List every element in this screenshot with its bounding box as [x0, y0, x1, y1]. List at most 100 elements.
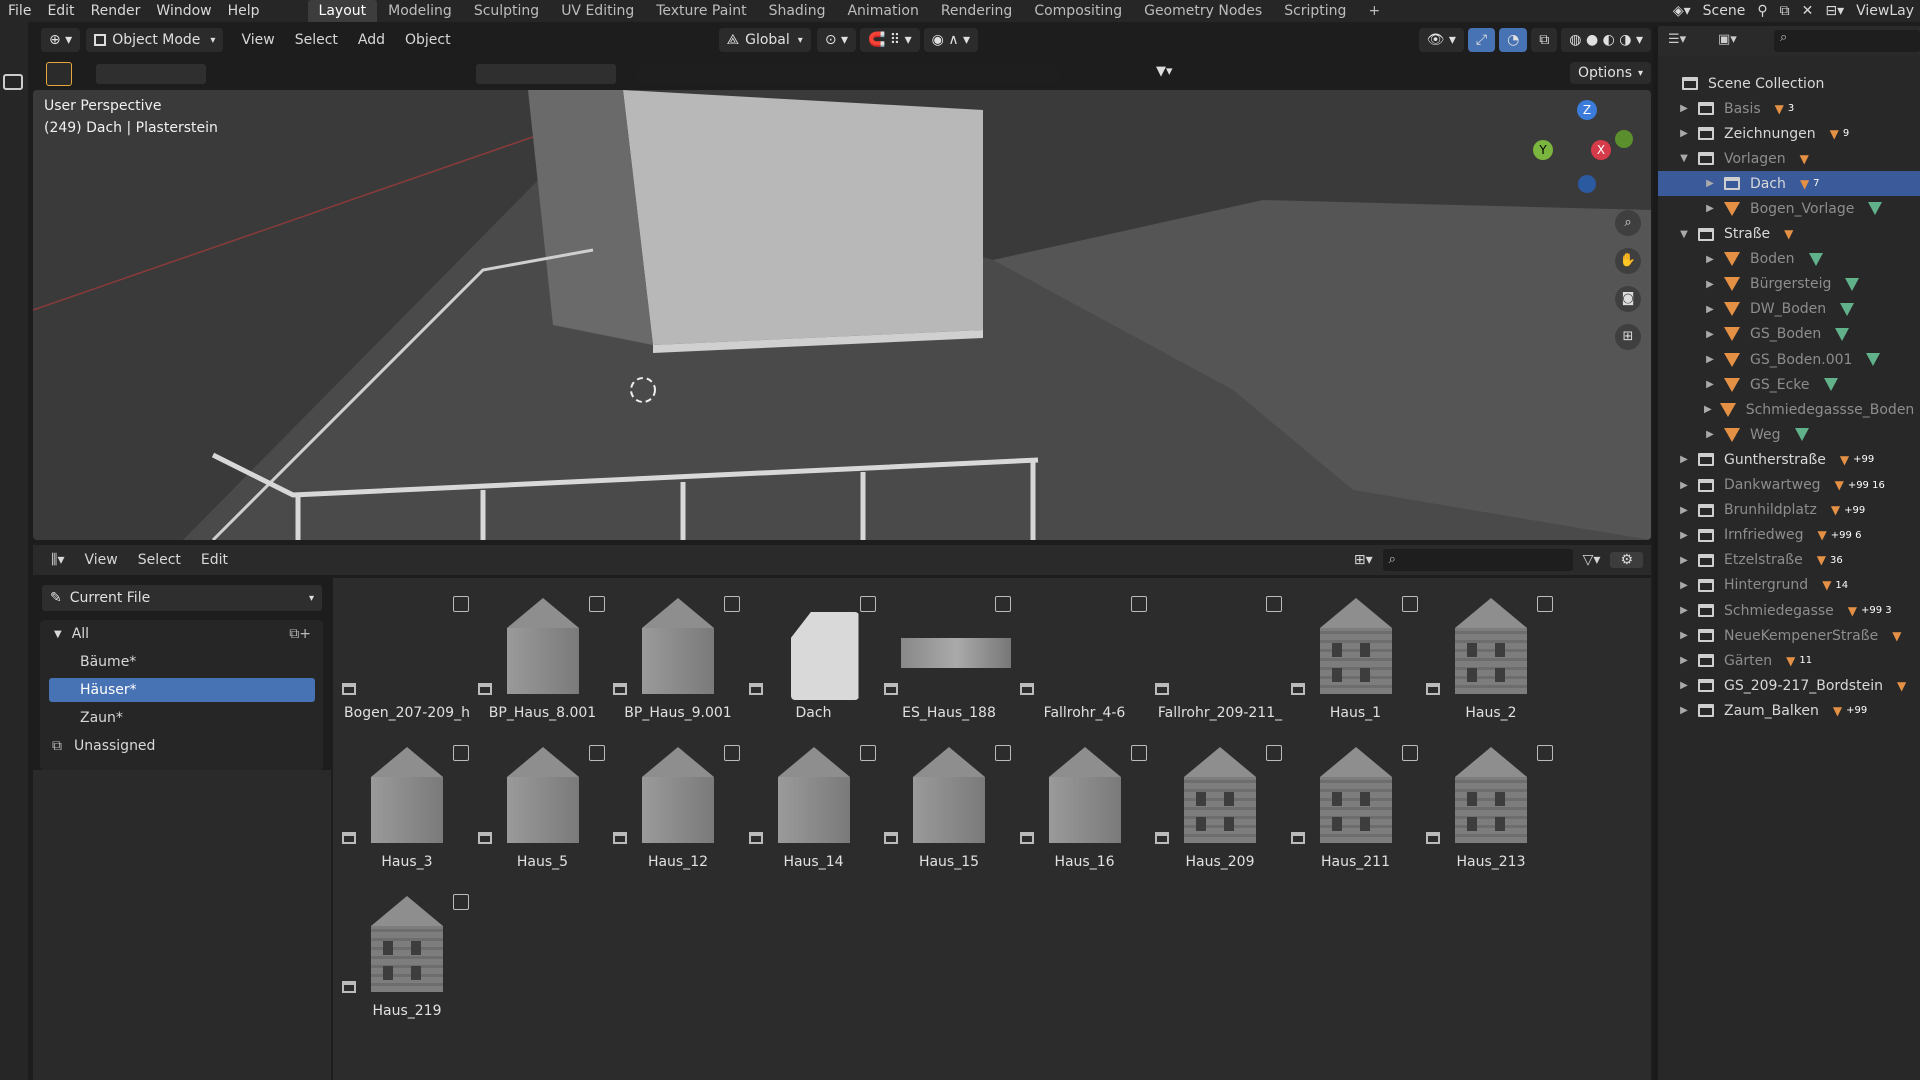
outliner-row[interactable]: ▶ Etzelstraße ▼ 36: [1658, 548, 1920, 573]
proportional-edit-button[interactable]: ◉ ∧ ▾: [923, 28, 979, 52]
outliner-row[interactable]: ▶ Hintergrund ▼ 14: [1658, 573, 1920, 598]
collapsed-arrow-icon[interactable]: ▶: [1678, 128, 1690, 139]
expanded-arrow-icon[interactable]: ▼: [1678, 229, 1690, 240]
asset-search-input[interactable]: ⌕: [1382, 549, 1573, 571]
collapsed-arrow-icon[interactable]: ▶: [1704, 304, 1716, 315]
workspace-tab-compositing[interactable]: Compositing: [1023, 0, 1133, 22]
edit-asset-icon[interactable]: [453, 894, 469, 910]
collapsed-arrow-icon[interactable]: ▶: [1704, 203, 1716, 214]
outliner-row[interactable]: ▶ Bürgersteig: [1658, 272, 1920, 297]
asset-menu-select[interactable]: Select: [128, 552, 191, 568]
selection-mode-icons[interactable]: [96, 64, 206, 84]
asset-tile[interactable]: Haus_16: [1017, 737, 1147, 882]
edit-asset-icon[interactable]: [588, 596, 605, 612]
pan-hand-icon[interactable]: ✋: [1615, 248, 1641, 274]
viewport-search-input[interactable]: [638, 64, 1058, 84]
outliner-row[interactable]: ▶ Boden: [1658, 247, 1920, 272]
edit-asset-icon[interactable]: [995, 745, 1011, 761]
outliner-row[interactable]: ▶ DW_Boden: [1658, 297, 1920, 322]
catalog-baeume[interactable]: Bäume*: [40, 650, 323, 674]
edit-asset-icon[interactable]: [859, 596, 876, 612]
asset-tile[interactable]: Haus_12: [610, 737, 740, 882]
outliner-row[interactable]: ▶ Schmiedegasse ▼ +99 3: [1658, 598, 1920, 623]
collapsed-arrow-icon[interactable]: ▶: [1678, 655, 1690, 666]
edit-asset-icon[interactable]: [1537, 596, 1553, 612]
outliner-row[interactable]: ▼ Straße ▼: [1658, 222, 1920, 247]
snap-button[interactable]: 🧲 ⠿ ▾: [860, 28, 920, 52]
edit-asset-icon[interactable]: [724, 596, 740, 612]
expanded-arrow-icon[interactable]: ▼: [1678, 153, 1690, 164]
pivot-point-button[interactable]: ⊙ ▾: [816, 28, 857, 52]
collapsed-arrow-icon[interactable]: ▶: [1678, 555, 1690, 566]
outliner-row[interactable]: ▶ Gärten ▼ 11: [1658, 648, 1920, 673]
asset-tile[interactable]: BP_Haus_9.001: [610, 588, 740, 733]
menu-render[interactable]: Render: [83, 3, 149, 19]
gizmo-neg-z[interactable]: [1578, 175, 1596, 193]
menu-help[interactable]: Help: [220, 3, 268, 19]
ortho-grid-icon[interactable]: ⊞: [1615, 324, 1641, 350]
workspace-tab-uv-editing[interactable]: UV Editing: [550, 0, 645, 22]
edit-asset-icon[interactable]: [1401, 596, 1418, 612]
collapsed-arrow-icon[interactable]: ▶: [1678, 580, 1690, 591]
workspace-tab-animation[interactable]: Animation: [836, 0, 929, 22]
gizmo-x-axis[interactable]: X: [1591, 140, 1611, 160]
viewport-filter-icons[interactable]: [476, 64, 616, 84]
catalog-haeuser[interactable]: Häuser*: [49, 678, 315, 702]
viewport-menu-select[interactable]: Select: [285, 32, 348, 48]
options-button[interactable]: Options ▾: [1570, 62, 1652, 84]
catalog-unassigned[interactable]: ⧉ Unassigned: [40, 734, 323, 758]
edit-asset-icon[interactable]: [1537, 745, 1553, 761]
asset-library-selector[interactable]: ✎ Current File ▾: [42, 585, 322, 611]
filter-icon[interactable]: ▼▾: [1156, 64, 1190, 84]
workspace-tab-geometry-nodes[interactable]: Geometry Nodes: [1133, 0, 1273, 22]
overlay-button[interactable]: ◔: [1499, 28, 1528, 52]
workspace-tab--[interactable]: +: [1357, 0, 1391, 22]
asset-menu-view[interactable]: View: [74, 552, 127, 568]
3d-viewport[interactable]: User Perspective (249) Dach | Plasterste…: [33, 90, 1651, 540]
asset-tile[interactable]: Haus_2: [1423, 588, 1553, 733]
workspace-tab-rendering[interactable]: Rendering: [930, 0, 1024, 22]
navigation-gizmo[interactable]: Z Y X: [1533, 100, 1633, 193]
asset-tile[interactable]: ES_Haus_188: [881, 588, 1011, 733]
collapsed-arrow-icon[interactable]: ▶: [1678, 630, 1690, 641]
asset-editor-type-button[interactable]: ⫼▾: [41, 552, 74, 568]
edit-asset-icon[interactable]: [1130, 745, 1147, 761]
edit-asset-icon[interactable]: [1401, 745, 1418, 761]
asset-tile[interactable]: Haus_211: [1288, 737, 1418, 882]
collapsed-arrow-icon[interactable]: ▶: [1704, 379, 1716, 390]
display-size-icon[interactable]: ⊞▾: [1344, 552, 1383, 568]
workspace-tab-sculpting[interactable]: Sculpting: [463, 0, 550, 22]
catalog-all[interactable]: ▼ All ⧉+: [40, 622, 323, 646]
edit-asset-icon[interactable]: [859, 745, 876, 761]
outliner-search-input[interactable]: ⌕: [1774, 30, 1920, 52]
collapsed-arrow-icon[interactable]: ▶: [1678, 480, 1690, 491]
asset-tile[interactable]: Haus_14: [746, 737, 876, 882]
outliner-row[interactable]: ▶ Brunhildplatz ▼ +99: [1658, 498, 1920, 523]
collapsed-arrow-icon[interactable]: ▶: [1704, 354, 1716, 365]
outliner-row[interactable]: ▶ Dach ▼ 7: [1658, 171, 1920, 197]
asset-tile[interactable]: Haus_213: [1423, 737, 1553, 882]
collapsed-arrow-icon[interactable]: ▶: [1678, 530, 1690, 541]
new-scene-icon[interactable]: ⧉: [1774, 3, 1796, 19]
collapsed-arrow-icon[interactable]: ▶: [1704, 329, 1716, 340]
outliner-row[interactable]: ▶ GS_Ecke: [1658, 372, 1920, 397]
collapsed-arrow-icon[interactable]: ▶: [1704, 178, 1716, 189]
viewport-menu-object[interactable]: Object: [395, 32, 461, 48]
outliner-row[interactable]: ▶ Irnfriedweg ▼ +99 6: [1658, 523, 1920, 548]
gizmo-neg-y[interactable]: [1615, 130, 1633, 148]
collapsed-arrow-icon[interactable]: ▶: [1704, 279, 1716, 290]
asset-tile[interactable]: Fallrohr_209-211_: [1152, 588, 1282, 733]
edit-asset-icon[interactable]: [1130, 596, 1147, 612]
workspace-tab-texture-paint[interactable]: Texture Paint: [645, 0, 757, 22]
select-tool-icon[interactable]: [3, 74, 23, 90]
scene-label[interactable]: Scene: [1697, 3, 1752, 19]
workspace-tab-modeling[interactable]: Modeling: [377, 0, 463, 22]
new-catalog-icon[interactable]: ⧉+: [289, 626, 311, 642]
shading-modes[interactable]: ◍ ● ◐ ◑ ▾: [1561, 28, 1651, 52]
asset-tile[interactable]: Haus_209: [1152, 737, 1282, 882]
asset-tile[interactable]: Fallrohr_4-6: [1017, 588, 1147, 733]
delete-scene-icon[interactable]: ✕: [1796, 3, 1820, 19]
asset-tile[interactable]: Haus_219: [339, 886, 469, 1031]
asset-tile[interactable]: Haus_5: [475, 737, 605, 882]
gizmo-y-axis[interactable]: Y: [1533, 140, 1553, 160]
